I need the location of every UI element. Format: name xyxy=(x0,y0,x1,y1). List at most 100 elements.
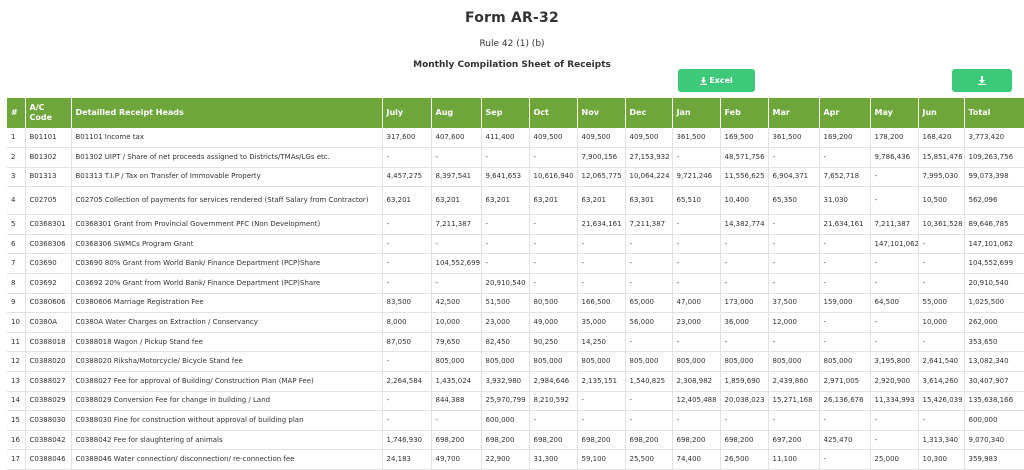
receipt-head-cell: C0388042 Fee for slaughtering of animals xyxy=(71,430,383,451)
amount-cell: 83,500 xyxy=(382,293,432,314)
amount-cell: - xyxy=(720,273,769,294)
amount-cell: - xyxy=(382,253,432,275)
amount-cell: 805,000 xyxy=(672,351,721,373)
amount-cell: 805,000 xyxy=(625,351,673,373)
amount-cell: 147,101,062 xyxy=(870,234,919,255)
amount-cell: 15,851,476 xyxy=(918,147,965,168)
table-row: 13 C0388027 C0388027 Fee for approval of B… xyxy=(7,371,1024,392)
amount-cell: - xyxy=(768,147,820,168)
ac-code-cell: C0388029 xyxy=(25,391,72,412)
receipt-head-cell: C0388018 Wagon / Pickup Stand fee xyxy=(71,332,383,353)
amount-cell: - xyxy=(382,234,432,255)
amount-cell: - xyxy=(819,253,871,275)
column-header[interactable]: July xyxy=(382,98,432,128)
amount-cell: 12,065,775 xyxy=(577,167,626,188)
amount-cell: 10,616,940 xyxy=(529,167,578,188)
amount-cell: 2,971,005 xyxy=(819,371,871,392)
amount-cell: 7,900,156 xyxy=(577,147,626,168)
amount-cell: - xyxy=(768,410,820,431)
amount-cell: 9,786,436 xyxy=(870,147,919,168)
receipt-head-cell: C02705 Collection of payments for servic… xyxy=(71,186,383,216)
amount-cell: 2,135,151 xyxy=(577,371,626,392)
amount-cell: 26,136,676 xyxy=(819,391,871,412)
excel-export-button[interactable]: Excel xyxy=(678,69,755,92)
receipt-head-cell: C0380A Water Charges on Extraction / Con… xyxy=(71,312,383,333)
amount-cell: - xyxy=(529,234,578,255)
amount-cell: 37,500 xyxy=(768,293,820,314)
column-header[interactable]: Sep xyxy=(481,98,530,128)
amount-cell: 168,420 xyxy=(918,128,965,149)
column-header[interactable]: Aug xyxy=(431,98,482,128)
amount-cell: 11,334,993 xyxy=(870,391,919,412)
amount-cell: 698,200 xyxy=(672,430,721,451)
amount-cell: 600,000 xyxy=(481,410,530,431)
amount-cell: - xyxy=(918,234,965,255)
amount-cell: 99,073,398 xyxy=(964,167,1024,188)
row-number: 1 xyxy=(7,128,26,149)
amount-cell: - xyxy=(768,273,820,294)
amount-cell: - xyxy=(382,391,432,412)
amount-cell: 63,201 xyxy=(382,186,432,216)
amount-cell: 10,361,528 xyxy=(918,214,965,235)
rule-reference: Rule 42 (1) (b) xyxy=(479,39,545,49)
column-header[interactable]: Mar xyxy=(768,98,820,128)
receipt-head-cell: C0380606 Marriage Registration Fee xyxy=(71,293,383,314)
row-number: 12 xyxy=(7,351,26,373)
amount-cell: 82,450 xyxy=(481,332,530,353)
amount-cell: - xyxy=(529,273,578,294)
amount-cell: 31,030 xyxy=(819,186,871,216)
amount-cell: - xyxy=(870,332,919,353)
amount-cell: 36,000 xyxy=(720,312,769,333)
download-button[interactable] xyxy=(952,69,1012,92)
column-header[interactable]: Jan xyxy=(672,98,721,128)
receipt-head-cell: C0388020 Riksha/Motorcycle/ Bicycle Stan… xyxy=(71,351,383,373)
amount-cell: 3,773,420 xyxy=(964,128,1024,149)
amount-cell: 3,195,800 xyxy=(870,351,919,373)
table-header-row: # A/C Code Detailled Receipt Heads July Aug S… xyxy=(7,98,1024,128)
amount-cell: 2,439,860 xyxy=(768,371,820,392)
ac-code-cell: C0388046 xyxy=(25,449,72,470)
receipts-table: # A/C Code Detailled Receipt Heads July Aug S… xyxy=(7,98,1024,470)
table-row: 10 C0380A C0380A Water Charges on Extracti… xyxy=(7,312,1024,333)
amount-cell: 90,250 xyxy=(529,332,578,353)
column-header[interactable]: Feb xyxy=(720,98,769,128)
column-header[interactable]: Oct xyxy=(529,98,578,128)
amount-cell: 2,920,900 xyxy=(870,371,919,392)
table-row: 5 C0368301 C0368301 Grant from Provincial … xyxy=(7,214,1024,235)
amount-cell: 7,652,718 xyxy=(819,167,871,188)
amount-cell: - xyxy=(382,147,432,168)
amount-cell: - xyxy=(577,253,626,275)
ac-code-cell: C0388027 xyxy=(25,371,72,392)
amount-cell: 10,500 xyxy=(918,186,965,216)
amount-cell: - xyxy=(382,273,432,294)
amount-cell: 14,382,774 xyxy=(720,214,769,235)
table-row: 15 C0388030 C0388030 Fine for construction… xyxy=(7,410,1024,431)
page-header: Form AR-32 Rule 42 (1) (b) Monthly Compi… xyxy=(0,0,1024,71)
amount-cell: - xyxy=(672,410,721,431)
toolbar: Excel xyxy=(0,69,1024,93)
amount-cell: 1,435,024 xyxy=(431,371,482,392)
column-header[interactable]: Jun xyxy=(918,98,965,128)
receipt-head-cell: C03690 80% Grant from World Bank/ Financ… xyxy=(71,253,383,275)
column-header[interactable]: A/C Code xyxy=(25,98,72,128)
amount-cell: 600,000 xyxy=(964,410,1024,431)
column-header[interactable]: # xyxy=(7,98,26,128)
column-header[interactable]: Apr xyxy=(819,98,871,128)
amount-cell: 8,397,541 xyxy=(431,167,482,188)
column-header[interactable]: May xyxy=(870,98,919,128)
row-number: 5 xyxy=(7,214,26,235)
amount-cell: - xyxy=(870,430,919,451)
ac-code-cell: B01313 xyxy=(25,167,72,188)
column-header[interactable]: Nov xyxy=(577,98,626,128)
column-header[interactable]: Total xyxy=(964,98,1024,128)
column-header[interactable]: Dec xyxy=(625,98,673,128)
row-number: 16 xyxy=(7,430,26,451)
amount-cell: 30,407,907 xyxy=(964,371,1024,392)
receipt-head-cell: C03692 20% Grant from World Bank/ Financ… xyxy=(71,273,383,294)
column-header[interactable]: Detailled Receipt Heads xyxy=(71,98,383,128)
amount-cell: 361,500 xyxy=(768,128,820,149)
amount-cell: 27,153,932 xyxy=(625,147,673,168)
amount-cell: 23,000 xyxy=(672,312,721,333)
amount-cell: 2,984,646 xyxy=(529,371,578,392)
amount-cell: 21,634,161 xyxy=(819,214,871,235)
